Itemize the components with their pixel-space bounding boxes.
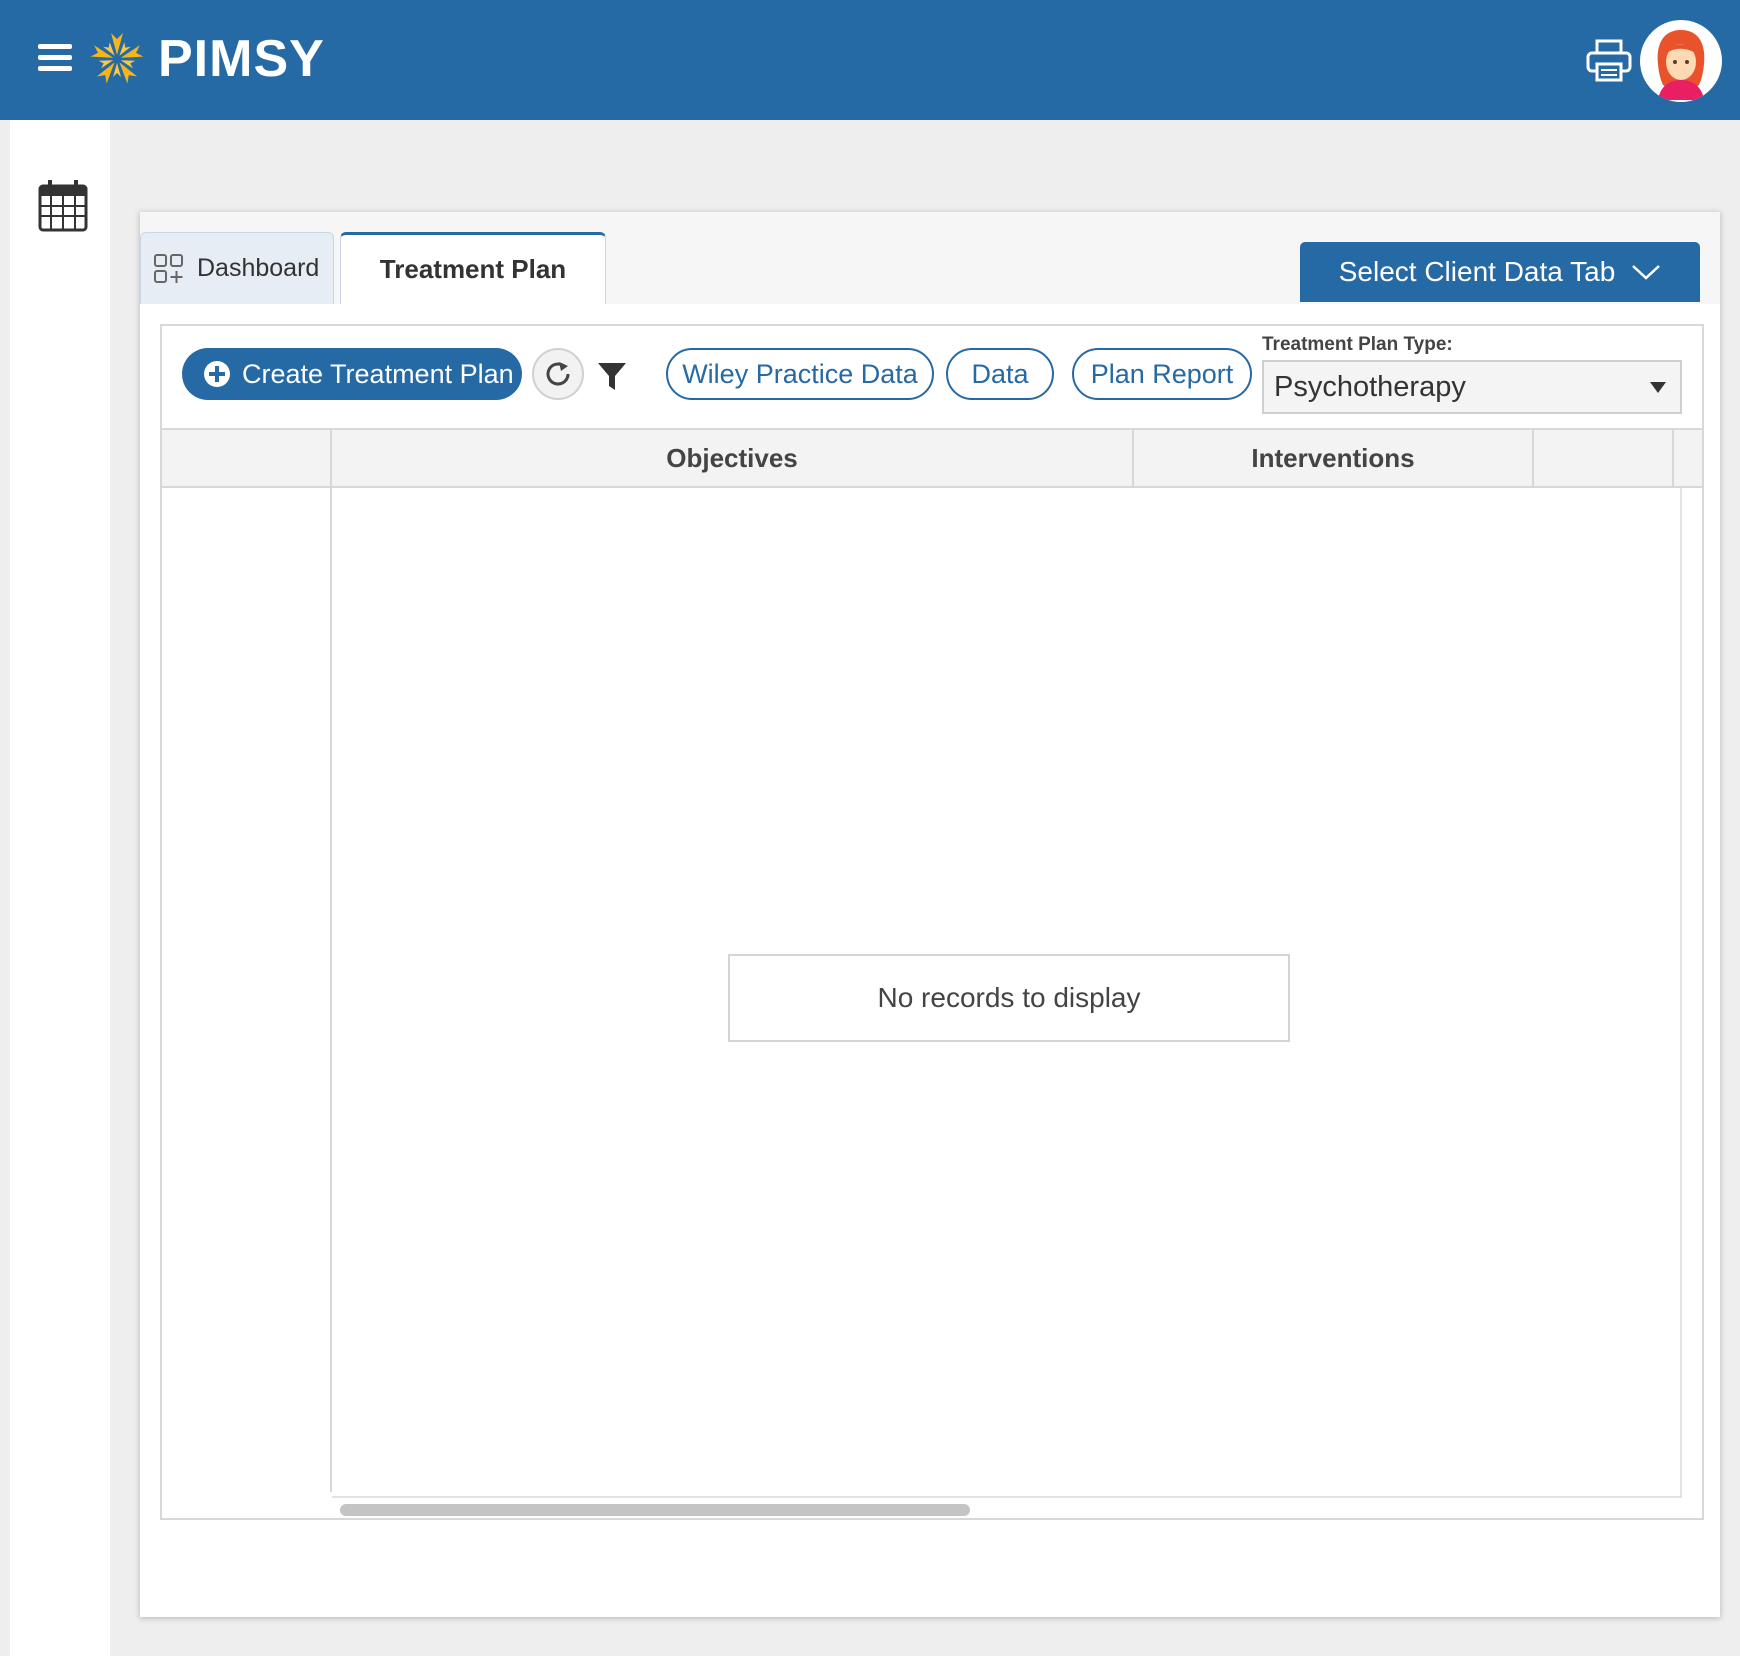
calendar-icon[interactable] (38, 178, 88, 232)
refresh-button[interactable] (532, 348, 584, 400)
select-client-data-tab-button[interactable]: Select Client Data Tab (1300, 242, 1700, 302)
tab-content: Create Treatment Plan Wiley Practice Dat… (140, 304, 1720, 1617)
tab-dashboard[interactable]: Dashboard (140, 232, 334, 304)
treatment-plan-type-select[interactable]: Psychotherapy (1262, 360, 1682, 414)
column-header-blank (162, 430, 332, 486)
grid-body-bottom-edge (332, 1496, 1682, 1498)
tab-treatment-plan[interactable]: Treatment Plan (340, 232, 606, 304)
plan-report-label: Plan Report (1090, 358, 1234, 389)
no-records-message: No records to display (728, 954, 1290, 1042)
hamburger-menu-icon[interactable] (38, 44, 72, 72)
wiley-practice-data-button[interactable]: Wiley Practice Data (666, 348, 934, 400)
create-treatment-plan-label: Create Treatment Plan (242, 358, 514, 389)
tab-dashboard-label: Dashboard (197, 254, 320, 282)
treatment-plan-type-label: Treatment Plan Type: (1262, 334, 1453, 355)
side-rail (10, 120, 110, 1656)
data-button[interactable]: Data (946, 348, 1054, 400)
create-treatment-plan-button[interactable]: Create Treatment Plan (182, 348, 522, 400)
tab-treatment-plan-label: Treatment Plan (379, 254, 567, 284)
data-label: Data (971, 358, 1029, 389)
treatment-plan-type-value: Psychotherapy (1274, 370, 1466, 403)
wiley-practice-data-label: Wiley Practice Data (682, 358, 918, 389)
dropdown-caret-icon (1650, 382, 1666, 393)
main-panel: Dashboard Treatment Plan Select Client D… (140, 212, 1720, 1617)
column-header-extra (1534, 430, 1674, 486)
grid-body-right-edge (1680, 488, 1682, 1498)
column-header-objectives[interactable]: Objectives (332, 430, 1134, 486)
dashboard-grid-icon (154, 253, 183, 283)
brand-name: PIMSY (158, 30, 325, 88)
grid-toolbar: Create Treatment Plan Wiley Practice Dat… (162, 326, 1702, 430)
refresh-icon (546, 362, 570, 386)
filter-icon[interactable] (596, 360, 628, 392)
select-client-data-tab-label: Select Client Data Tab (1338, 256, 1616, 287)
top-bar: PIMSY (0, 0, 1740, 120)
avatar-face-icon (1643, 23, 1719, 100)
grid-body-divider (330, 488, 332, 1492)
plus-circle-icon (204, 361, 230, 387)
horizontal-scrollbar[interactable] (340, 1504, 970, 1516)
pimsy-logo-icon (90, 33, 144, 84)
column-header-interventions[interactable]: Interventions (1134, 430, 1534, 486)
treatment-plan-grid: Create Treatment Plan Wiley Practice Dat… (160, 324, 1704, 1520)
grid-header-row: Objectives Interventions (162, 430, 1702, 488)
chevron-down-icon (1632, 265, 1661, 280)
user-avatar[interactable] (1640, 20, 1722, 102)
printer-icon[interactable] (1585, 38, 1633, 84)
plan-report-button[interactable]: Plan Report (1072, 348, 1252, 400)
